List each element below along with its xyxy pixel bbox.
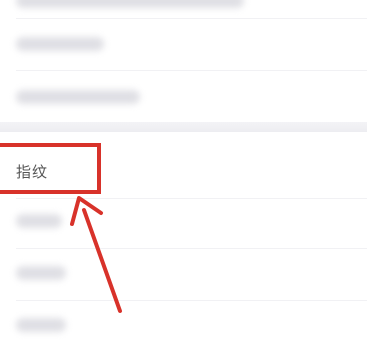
settings-item-obscured[interactable]	[16, 0, 244, 8]
divider	[16, 18, 367, 19]
divider	[16, 198, 367, 199]
settings-item-obscured[interactable]	[16, 266, 66, 280]
settings-item-obscured[interactable]	[16, 90, 140, 104]
divider	[16, 300, 367, 301]
settings-screen: 指纹	[0, 0, 367, 360]
section-divider	[0, 122, 367, 132]
settings-item-obscured[interactable]	[16, 214, 62, 228]
divider	[16, 248, 367, 249]
settings-item-obscured[interactable]	[16, 318, 66, 332]
settings-item-fingerprint[interactable]	[0, 142, 367, 198]
divider	[16, 70, 367, 71]
settings-item-obscured[interactable]	[16, 37, 104, 51]
fingerprint-label: 指纹	[16, 163, 49, 181]
settings-group-top	[0, 0, 367, 122]
